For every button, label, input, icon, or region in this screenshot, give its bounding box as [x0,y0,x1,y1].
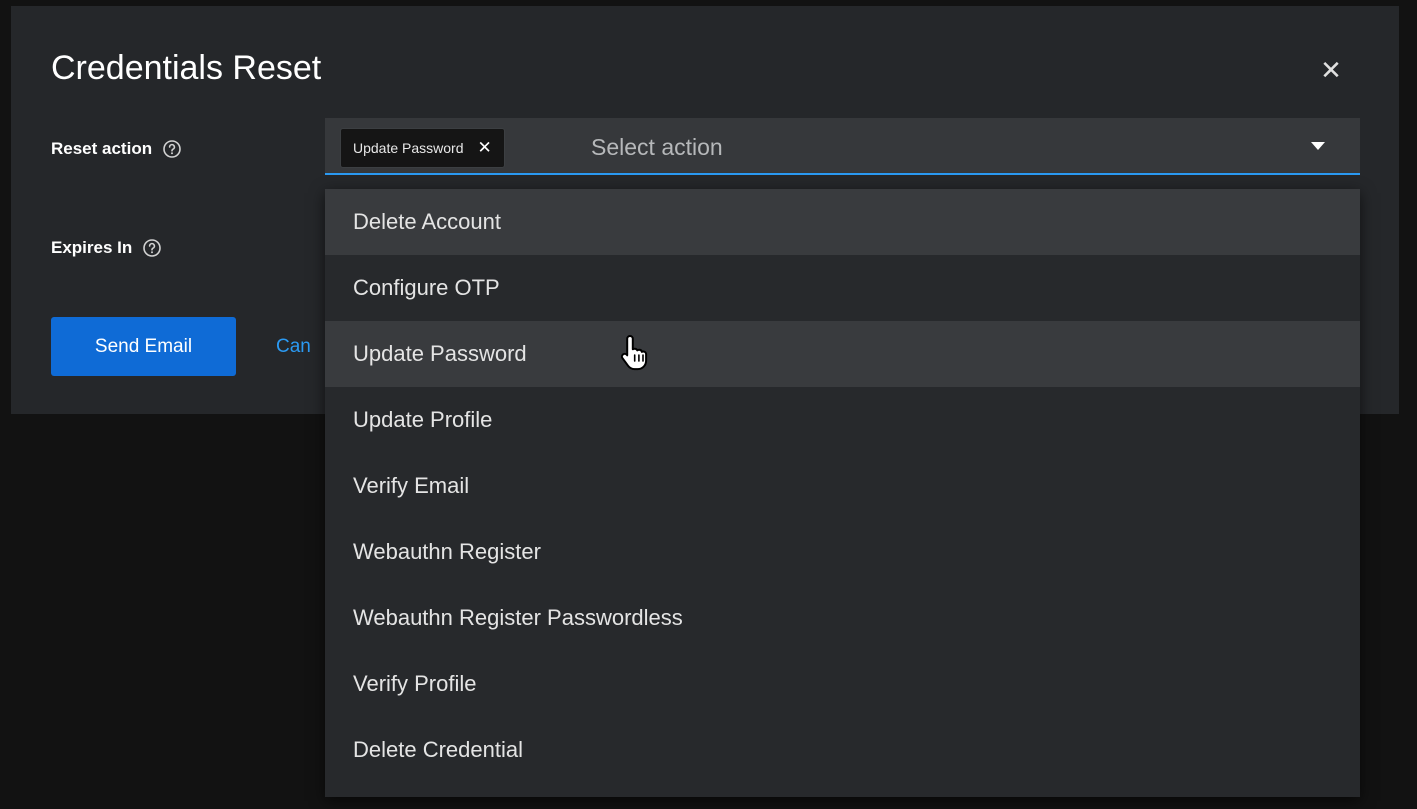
send-email-button[interactable]: Send Email [51,317,236,376]
menu-item-verify-profile[interactable]: Verify Profile [325,651,1360,717]
menu-item-update-password[interactable]: Update Password [325,321,1360,387]
chip-remove-icon[interactable]: ✕ [478,138,492,158]
menu-item-configure-otp[interactable]: Configure OTP [325,255,1360,321]
help-icon[interactable] [162,139,182,159]
menu-item-delete-credential[interactable]: Delete Credential [325,717,1360,783]
reset-action-select[interactable]: Update Password ✕ [325,118,1360,175]
help-icon[interactable] [142,238,162,258]
menu-item-verify-email[interactable]: Verify Email [325,453,1360,519]
expires-in-label: Expires In [51,238,133,257]
close-icon[interactable]: ✕ [1317,56,1345,84]
reset-action-menu: Delete Account Configure OTP Update Pass… [325,189,1360,797]
reset-action-label-group: Reset action [51,139,182,159]
menu-item-webauthn-register-passwordless[interactable]: Webauthn Register Passwordless [325,585,1360,651]
caret-down-icon[interactable] [1311,142,1325,150]
chip-label: Update Password [353,140,464,156]
selected-chip: Update Password ✕ [340,128,505,168]
select-action-input[interactable] [591,133,1291,161]
menu-item-delete-account[interactable]: Delete Account [325,189,1360,255]
cancel-button[interactable]: Can [276,336,311,358]
reset-action-label: Reset action [51,139,153,158]
menu-item-webauthn-register[interactable]: Webauthn Register [325,519,1360,585]
expires-in-label-group: Expires In [51,238,162,258]
modal-title: Credentials Reset [51,49,322,87]
menu-item-update-profile[interactable]: Update Profile [325,387,1360,453]
